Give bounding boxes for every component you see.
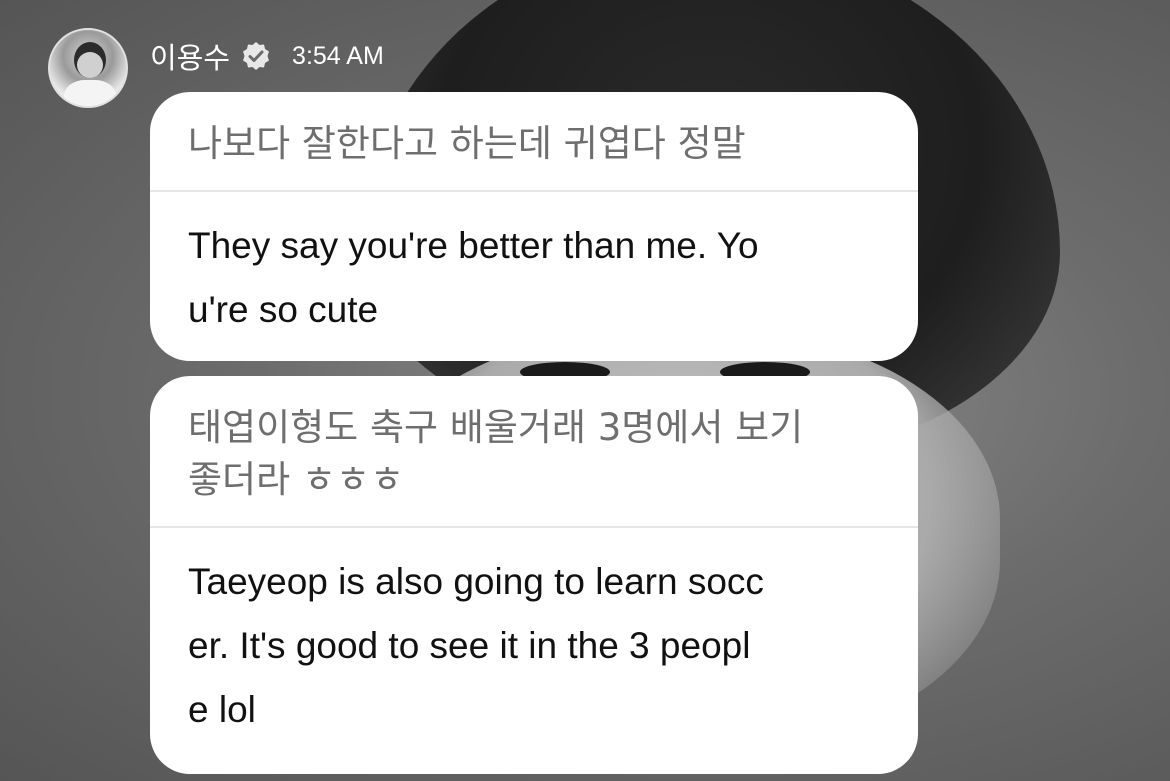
- message-translation-text: Taeyeop is also going to learn socc er. …: [188, 561, 764, 730]
- message-original-text: 태엽이형도 축구 배울거래 3명에서 보기 좋더라 ㅎㅎㅎ: [150, 376, 918, 528]
- name-row: 이용수 3:54 AM: [150, 36, 384, 76]
- timestamp: 3:54 AM: [292, 41, 384, 70]
- message-bubble[interactable]: 태엽이형도 축구 배울거래 3명에서 보기 좋더라 ㅎㅎㅎ Taeyeop is…: [150, 376, 918, 774]
- message-bubble[interactable]: 나보다 잘한다고 하는데 귀엽다 정말 They say you're bett…: [150, 92, 918, 361]
- avatar-body: [64, 80, 116, 106]
- message-original-text: 나보다 잘한다고 하는데 귀엽다 정말: [150, 92, 918, 192]
- message-translation-text: They say you're better than me. Yo u're …: [188, 225, 759, 330]
- username[interactable]: 이용수: [150, 35, 230, 77]
- avatar-face: [77, 52, 103, 78]
- avatar[interactable]: [48, 28, 128, 108]
- verified-badge-icon: [243, 42, 270, 70]
